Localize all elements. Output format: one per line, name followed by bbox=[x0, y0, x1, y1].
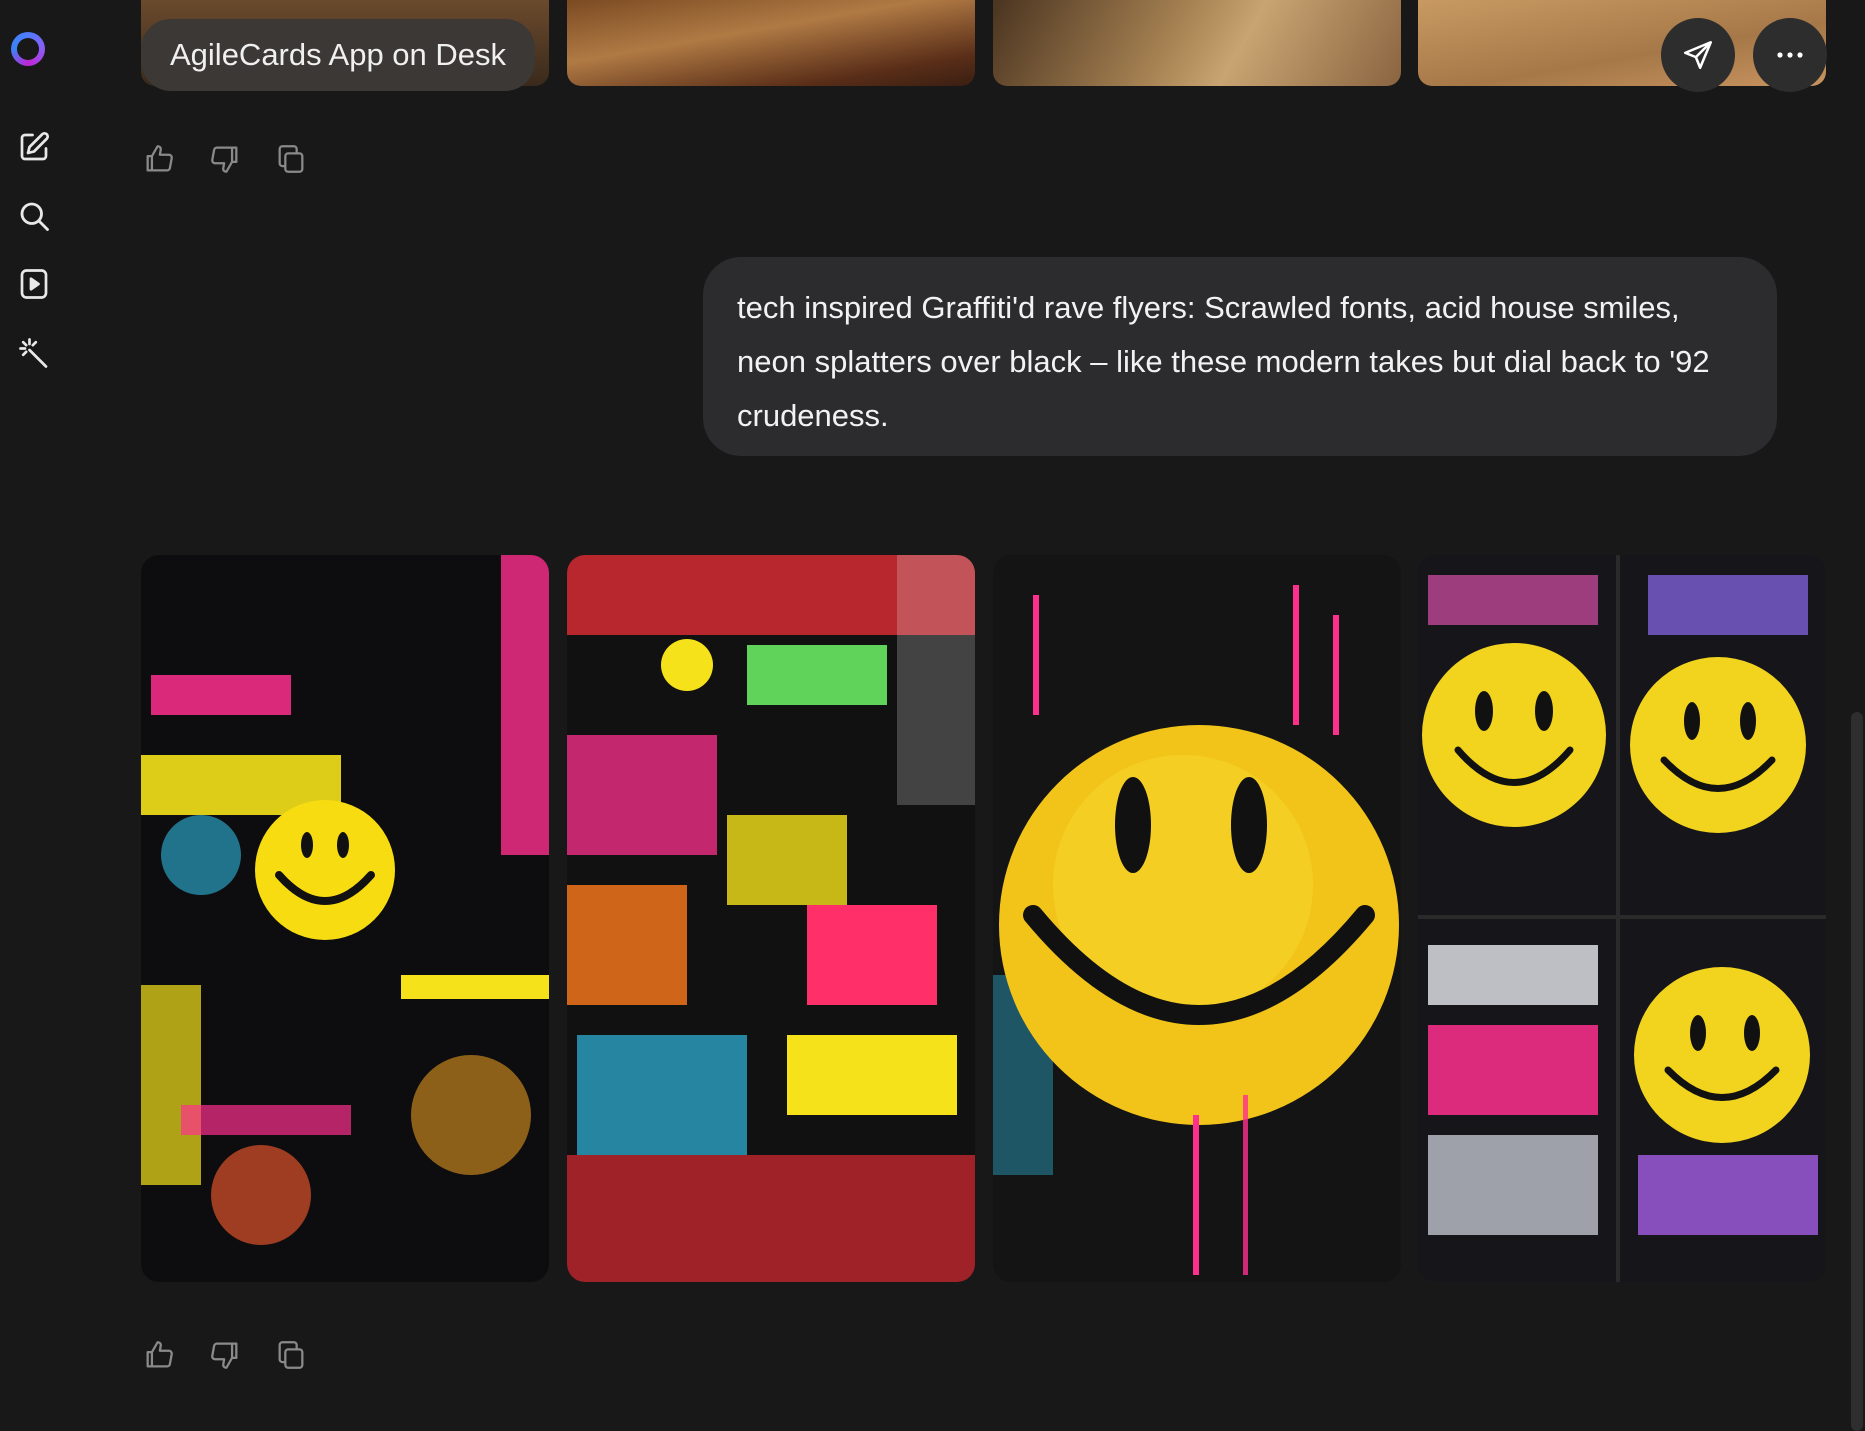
scrollbar-thumb[interactable] bbox=[1851, 712, 1863, 1431]
generated-image-3[interactable] bbox=[993, 555, 1401, 1282]
thumbs-down-button[interactable] bbox=[207, 141, 243, 177]
search-button[interactable] bbox=[14, 196, 54, 236]
search-icon bbox=[20, 202, 49, 231]
generated-image-gallery bbox=[141, 555, 1826, 1282]
sidebar bbox=[0, 0, 68, 1431]
feedback-row bbox=[141, 141, 309, 177]
more-options-button[interactable] bbox=[1753, 18, 1827, 92]
generated-image-2[interactable] bbox=[567, 555, 975, 1282]
thumbs-up-icon bbox=[146, 145, 173, 172]
generated-image-1[interactable] bbox=[141, 555, 549, 1282]
assistant-logo-icon[interactable] bbox=[11, 32, 45, 66]
previous-image-2[interactable] bbox=[567, 0, 975, 86]
thumbs-up-button[interactable] bbox=[141, 141, 177, 177]
previous-image-strip: AgileCards App on Desk bbox=[141, 0, 1827, 92]
feedback-row bbox=[141, 1337, 309, 1373]
previous-image-3[interactable] bbox=[993, 0, 1401, 86]
generated-image-4[interactable] bbox=[1418, 555, 1826, 1282]
copy-button[interactable] bbox=[273, 1337, 309, 1373]
thumbs-up-icon bbox=[146, 1341, 173, 1368]
magic-wand-button[interactable] bbox=[14, 333, 54, 373]
user-message-text: tech inspired Graffiti'd rave flyers: Sc… bbox=[737, 290, 1710, 433]
send-icon bbox=[1683, 40, 1713, 70]
thumbs-down-icon bbox=[211, 1342, 238, 1369]
video-button[interactable] bbox=[14, 264, 54, 304]
thumbs-down-icon bbox=[211, 146, 238, 173]
new-chat-icon bbox=[20, 131, 50, 161]
user-message-bubble: tech inspired Graffiti'd rave flyers: Sc… bbox=[703, 257, 1777, 456]
copy-button[interactable] bbox=[273, 141, 309, 177]
image-title-pill: AgileCards App on Desk bbox=[141, 19, 536, 91]
new-chat-button[interactable] bbox=[14, 127, 54, 167]
magic-wand-icon bbox=[19, 338, 48, 368]
video-icon bbox=[20, 269, 48, 299]
thumbs-up-button[interactable] bbox=[141, 1337, 177, 1373]
scrollbar[interactable] bbox=[1847, 0, 1865, 1431]
copy-icon bbox=[278, 1341, 304, 1369]
copy-icon bbox=[278, 145, 304, 173]
thumbs-down-button[interactable] bbox=[207, 1337, 243, 1373]
share-button[interactable] bbox=[1661, 18, 1735, 92]
more-dots-icon bbox=[1777, 52, 1803, 58]
